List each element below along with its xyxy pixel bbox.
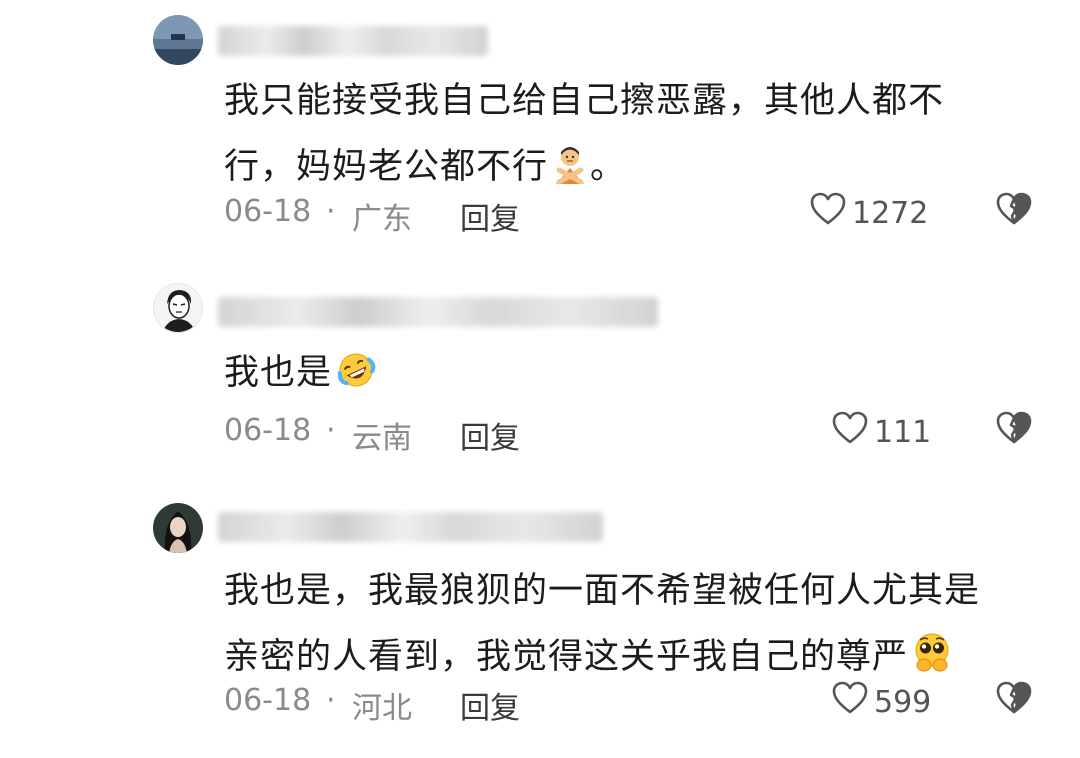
comment-date: 06-18 [224, 413, 312, 448]
comment-region: 广东 [352, 202, 412, 237]
like-count: 599 [874, 684, 932, 720]
username-redacted[interactable] [218, 512, 603, 542]
avatar[interactable] [153, 283, 203, 333]
comment-date: 06-18 [224, 194, 312, 229]
comment-region: 云南 [352, 421, 412, 456]
like-button[interactable]: 111 [832, 411, 931, 453]
username-redacted[interactable] [218, 26, 488, 56]
like-button[interactable]: 599 [832, 681, 931, 723]
comment-text: 我只能接受我自己给自己擦恶露，其他人都不 行，妈妈老公都不行。 [224, 68, 1024, 206]
comment-text: 我也是，我最狼狈的一面不希望被任何人尤其是 亲密的人看到，我觉得这关乎我自己的尊… [224, 558, 1024, 696]
dislike-button[interactable] [996, 681, 1032, 723]
comment-meta: 06-18 · 广东 回复 1272 [224, 192, 1044, 237]
heart-icon [832, 681, 868, 723]
broken-heart-icon [996, 192, 1032, 234]
comment-region: 河北 [352, 691, 412, 726]
separator: · [326, 683, 336, 718]
broken-heart-icon [996, 411, 1032, 453]
cartoon-man-avatar-icon [154, 284, 202, 332]
reply-button[interactable]: 回复 [460, 683, 520, 727]
heart-icon [810, 192, 846, 234]
reply-button[interactable]: 回复 [460, 413, 520, 457]
separator: · [326, 194, 336, 229]
comment-meta: 06-18 · 云南 回复 111 [224, 411, 1044, 456]
avatar[interactable] [153, 15, 203, 65]
reply-button[interactable]: 回复 [460, 194, 520, 238]
comment-text-line: 我也是，我最狼狈的一面不希望被任何人尤其是 [224, 571, 981, 611]
heart-icon [832, 411, 868, 453]
avatar[interactable] [153, 503, 203, 553]
ocean-landscape-avatar-icon [153, 15, 203, 65]
comment-meta: 06-18 · 河北 回复 599 [224, 681, 1044, 726]
username-redacted[interactable] [218, 297, 658, 327]
woman-portrait-avatar-icon [153, 503, 203, 553]
dislike-button[interactable] [996, 192, 1032, 234]
like-button[interactable]: 1272 [810, 192, 928, 234]
comment-text-line: 我也是 [224, 340, 1024, 412]
comment-text: 我也是 [224, 340, 1024, 412]
broken-heart-icon [996, 681, 1032, 723]
like-count: 1272 [852, 195, 929, 231]
comment-date: 06-18 [224, 683, 312, 718]
rolling-on-floor-laughing-emoji-icon [334, 346, 378, 412]
like-count: 111 [874, 414, 932, 450]
separator: · [326, 413, 336, 448]
dislike-button[interactable] [996, 411, 1032, 453]
comment-text-line: 我只能接受我自己给自己擦恶露，其他人都不 [224, 81, 945, 121]
